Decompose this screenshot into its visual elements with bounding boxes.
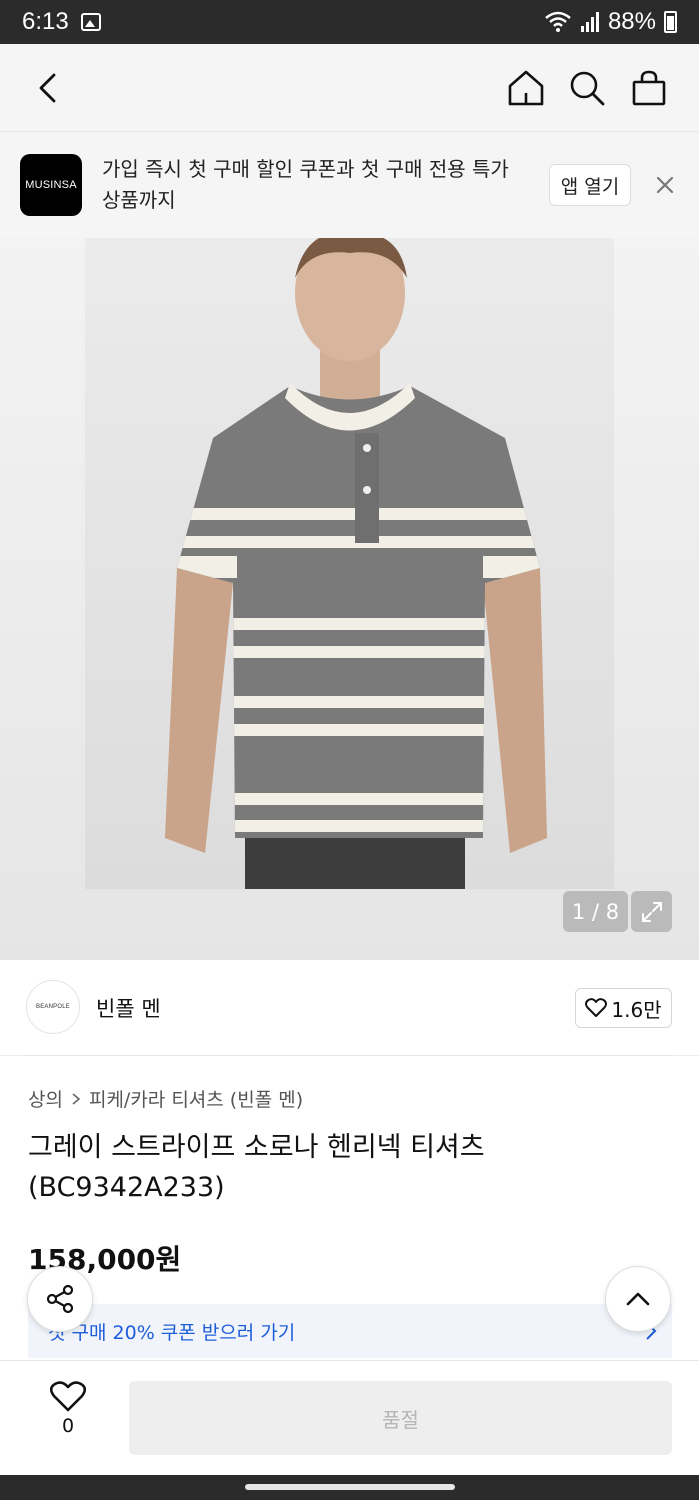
signal-icon: [580, 12, 599, 32]
top-nav: [0, 44, 699, 132]
search-icon: [570, 71, 605, 106]
banner-message: 가입 즉시 첫 구매 할인 쿠폰과 첫 구매 전용 특가 상품까지: [102, 157, 509, 212]
breadcrumb: 상의 피케/카라 티셔츠 (빈폴 멘): [28, 1085, 303, 1112]
image-page-indicator: 1 / 8: [563, 891, 628, 932]
breadcrumb-item[interactable]: 상의: [28, 1085, 63, 1112]
app-install-banner: MUSINSA 가입 즉시 첫 구매 할인 쿠폰과 첫 구매 전용 특가 상품까…: [0, 132, 699, 238]
chevron-up-icon: [626, 1292, 650, 1306]
cart-button[interactable]: [627, 66, 671, 110]
scroll-to-top-button[interactable]: [605, 1266, 671, 1332]
musinsa-logo: MUSINSA: [20, 154, 82, 216]
breadcrumb-item[interactable]: 피케/카라 티셔츠 (빈폴 멘): [89, 1085, 303, 1112]
open-app-button[interactable]: 앱 열기: [549, 164, 631, 206]
coupon-text: 첫 구매 20% 쿠폰 받으러 가기: [48, 1321, 296, 1344]
status-bar: 6:13 88%: [0, 0, 699, 44]
product-photo[interactable]: [85, 238, 614, 889]
home-button[interactable]: [504, 66, 548, 110]
first-purchase-coupon-link[interactable]: 첫 구매 20% 쿠폰 받으러 가기: [28, 1304, 672, 1358]
search-button[interactable]: [565, 66, 609, 110]
bag-icon: [632, 70, 666, 106]
back-button[interactable]: [26, 66, 70, 110]
status-time: 6:13: [22, 8, 69, 35]
sold-out-button[interactable]: 품절: [129, 1381, 672, 1455]
home-icon: [508, 70, 544, 106]
brand-name[interactable]: 빈폴 멘: [96, 993, 161, 1023]
wishlist-button[interactable]: 0: [40, 1381, 96, 1451]
share-icon: [46, 1284, 74, 1314]
product-title: 그레이 스트라이프 소로나 헨리넥 티셔츠 (BC9342A233): [28, 1132, 485, 1203]
wishlist-count: 0: [61, 1415, 75, 1437]
purchase-bar: 0 품절: [0, 1360, 699, 1475]
expand-image-button[interactable]: [631, 891, 672, 932]
brand-avatar[interactable]: BEANPOLE: [26, 980, 80, 1034]
heart-icon: [50, 1381, 86, 1412]
status-right: 88%: [544, 8, 677, 36]
brand-like-button[interactable]: 1.6만: [575, 988, 672, 1028]
battery-icon: [664, 11, 677, 33]
home-gesture-handle[interactable]: [245, 1484, 455, 1490]
share-button[interactable]: [27, 1266, 93, 1332]
model-shirt-illustration: [165, 238, 547, 889]
brand-like-count: 1.6만: [611, 997, 662, 1022]
expand-icon: [641, 901, 662, 922]
banner-close-button[interactable]: [652, 172, 678, 198]
brand-row: BEANPOLE 빈폴 멘 1.6만: [0, 960, 699, 1056]
back-icon: [39, 73, 56, 103]
gallery-notification-icon: [80, 13, 101, 31]
heart-icon: [585, 998, 608, 1017]
system-navigation-bar: [0, 1475, 699, 1500]
battery-percent: 88%: [607, 8, 656, 35]
product-image-gallery[interactable]: 1 / 8: [0, 238, 699, 960]
chevron-right-icon: [72, 1092, 81, 1105]
wifi-icon: [545, 11, 571, 32]
close-icon: [656, 176, 674, 194]
divider: [26, 1055, 672, 1056]
